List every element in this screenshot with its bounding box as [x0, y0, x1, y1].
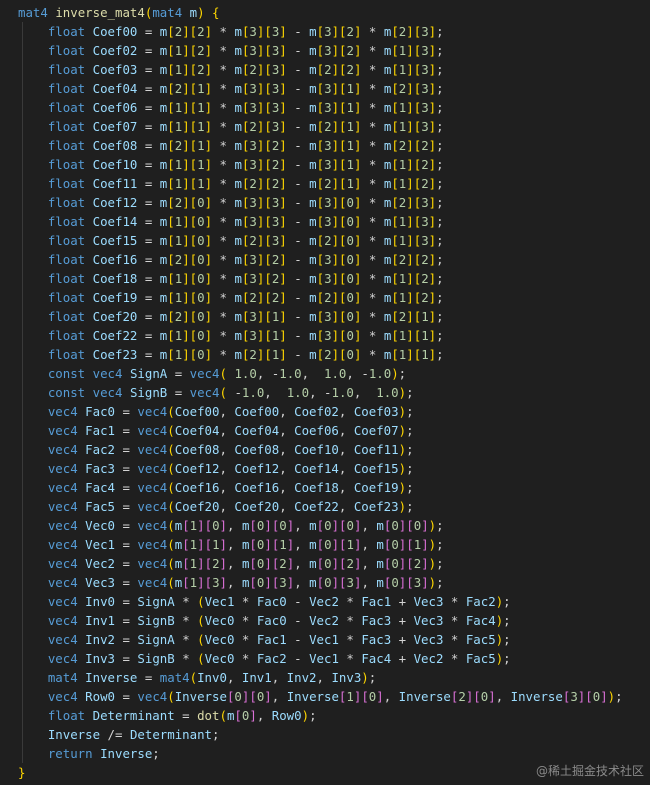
code-line: float Determinant = dot(m[0], Row0);	[0, 706, 650, 725]
indent-guide	[22, 193, 23, 212]
code-line: vec4 Inv1 = SignB * (Vec0 * Fac0 - Vec2 …	[0, 611, 650, 630]
code-line: vec4 Fac3 = vec4(Coef12, Coef12, Coef14,…	[0, 459, 650, 478]
indent-guide	[22, 649, 23, 668]
code-line: float Coef22 = m[1][0] * m[3][1] - m[3][…	[0, 326, 650, 345]
code-line: float Coef18 = m[1][0] * m[3][2] - m[3][…	[0, 269, 650, 288]
code-line: float Coef23 = m[1][0] * m[2][1] - m[2][…	[0, 345, 650, 364]
indent-guide	[22, 155, 23, 174]
code-line: vec4 Vec2 = vec4(m[1][2], m[0][2], m[0][…	[0, 554, 650, 573]
code-line: vec4 Row0 = vec4(Inverse[0][0], Inverse[…	[0, 687, 650, 706]
indent-guide	[22, 687, 23, 706]
indent-guide	[22, 516, 23, 535]
indent-guide	[22, 459, 23, 478]
code-line: float Coef00 = m[2][2] * m[3][3] - m[3][…	[0, 22, 650, 41]
code-line: const vec4 SignB = vec4( -1.0, 1.0, -1.0…	[0, 383, 650, 402]
code-line: float Coef02 = m[1][2] * m[3][3] - m[3][…	[0, 41, 650, 60]
code-line: vec4 Fac2 = vec4(Coef08, Coef08, Coef10,…	[0, 440, 650, 459]
code-line: vec4 Inv2 = SignA * (Vec0 * Fac1 - Vec1 …	[0, 630, 650, 649]
indent-guide	[22, 497, 23, 516]
code-line: vec4 Vec0 = vec4(m[1][0], m[0][0], m[0][…	[0, 516, 650, 535]
indent-guide	[22, 440, 23, 459]
indent-guide	[22, 668, 23, 687]
code-line: float Coef14 = m[1][0] * m[3][3] - m[3][…	[0, 212, 650, 231]
code-line: vec4 Inv0 = SignA * (Vec1 * Fac0 - Vec2 …	[0, 592, 650, 611]
indent-guide	[22, 22, 23, 41]
indent-guide	[22, 630, 23, 649]
indent-guide	[22, 383, 23, 402]
indent-guide	[22, 592, 23, 611]
indent-guide	[22, 98, 23, 117]
code-line: float Coef16 = m[2][0] * m[3][2] - m[3][…	[0, 250, 650, 269]
code-line: float Coef19 = m[1][0] * m[2][2] - m[2][…	[0, 288, 650, 307]
indent-guide	[22, 60, 23, 79]
code-line: float Coef03 = m[1][2] * m[2][3] - m[2][…	[0, 60, 650, 79]
indent-guide	[22, 250, 23, 269]
code-line: float Coef12 = m[2][0] * m[3][3] - m[3][…	[0, 193, 650, 212]
indent-guide	[22, 611, 23, 630]
indent-guide	[22, 421, 23, 440]
code-line: Inverse /= Determinant;	[0, 725, 650, 744]
indent-guide	[22, 79, 23, 98]
code-line: vec4 Fac1 = vec4(Coef04, Coef04, Coef06,…	[0, 421, 650, 440]
indent-guide	[22, 41, 23, 60]
indent-guide	[22, 117, 23, 136]
code-line: vec4 Vec3 = vec4(m[1][3], m[0][3], m[0][…	[0, 573, 650, 592]
code-line: return Inverse;	[0, 744, 650, 763]
indent-guide	[22, 174, 23, 193]
indent-guide	[22, 326, 23, 345]
code-line: vec4 Fac0 = vec4(Coef00, Coef00, Coef02,…	[0, 402, 650, 421]
code-line: mat4 Inverse = mat4(Inv0, Inv1, Inv2, In…	[0, 668, 650, 687]
indent-guide	[22, 288, 23, 307]
indent-guide	[22, 212, 23, 231]
code-line: float Coef11 = m[1][1] * m[2][2] - m[2][…	[0, 174, 650, 193]
indent-guide	[22, 402, 23, 421]
code-line: vec4 Vec1 = vec4(m[1][1], m[0][1], m[0][…	[0, 535, 650, 554]
indent-guide	[22, 269, 23, 288]
indent-guide	[22, 725, 23, 744]
code-line: float Coef06 = m[1][1] * m[3][3] - m[3][…	[0, 98, 650, 117]
code-line: float Coef20 = m[2][0] * m[3][1] - m[3][…	[0, 307, 650, 326]
indent-guide	[22, 706, 23, 725]
indent-guide	[22, 478, 23, 497]
code-line: vec4 Inv3 = SignB * (Vec0 * Fac2 - Vec1 …	[0, 649, 650, 668]
indent-guide	[22, 307, 23, 326]
code-line: float Coef07 = m[1][1] * m[2][3] - m[2][…	[0, 117, 650, 136]
code-line: const vec4 SignA = vec4( 1.0, -1.0, 1.0,…	[0, 364, 650, 383]
code-editor[interactable]: mat4 inverse_mat4(mat4 m) { float Coef00…	[0, 0, 650, 785]
indent-guide	[22, 364, 23, 383]
watermark: @稀土掘金技术社区	[535, 764, 644, 778]
code-line: vec4 Fac5 = vec4(Coef20, Coef20, Coef22,…	[0, 497, 650, 516]
indent-guide	[22, 573, 23, 592]
indent-guide	[22, 535, 23, 554]
code-line: float Coef08 = m[2][1] * m[3][2] - m[3][…	[0, 136, 650, 155]
code-line: float Coef15 = m[1][0] * m[2][3] - m[2][…	[0, 231, 650, 250]
indent-guide	[22, 136, 23, 155]
code-line: float Coef10 = m[1][1] * m[3][2] - m[3][…	[0, 155, 650, 174]
indent-guide	[22, 744, 23, 763]
code-line: mat4 inverse_mat4(mat4 m) {	[18, 5, 220, 20]
code-line: vec4 Fac4 = vec4(Coef16, Coef16, Coef18,…	[0, 478, 650, 497]
code-line: float Coef04 = m[2][1] * m[3][3] - m[3][…	[0, 79, 650, 98]
indent-guide	[22, 554, 23, 573]
indent-guide	[22, 345, 23, 364]
indent-guide	[22, 231, 23, 250]
